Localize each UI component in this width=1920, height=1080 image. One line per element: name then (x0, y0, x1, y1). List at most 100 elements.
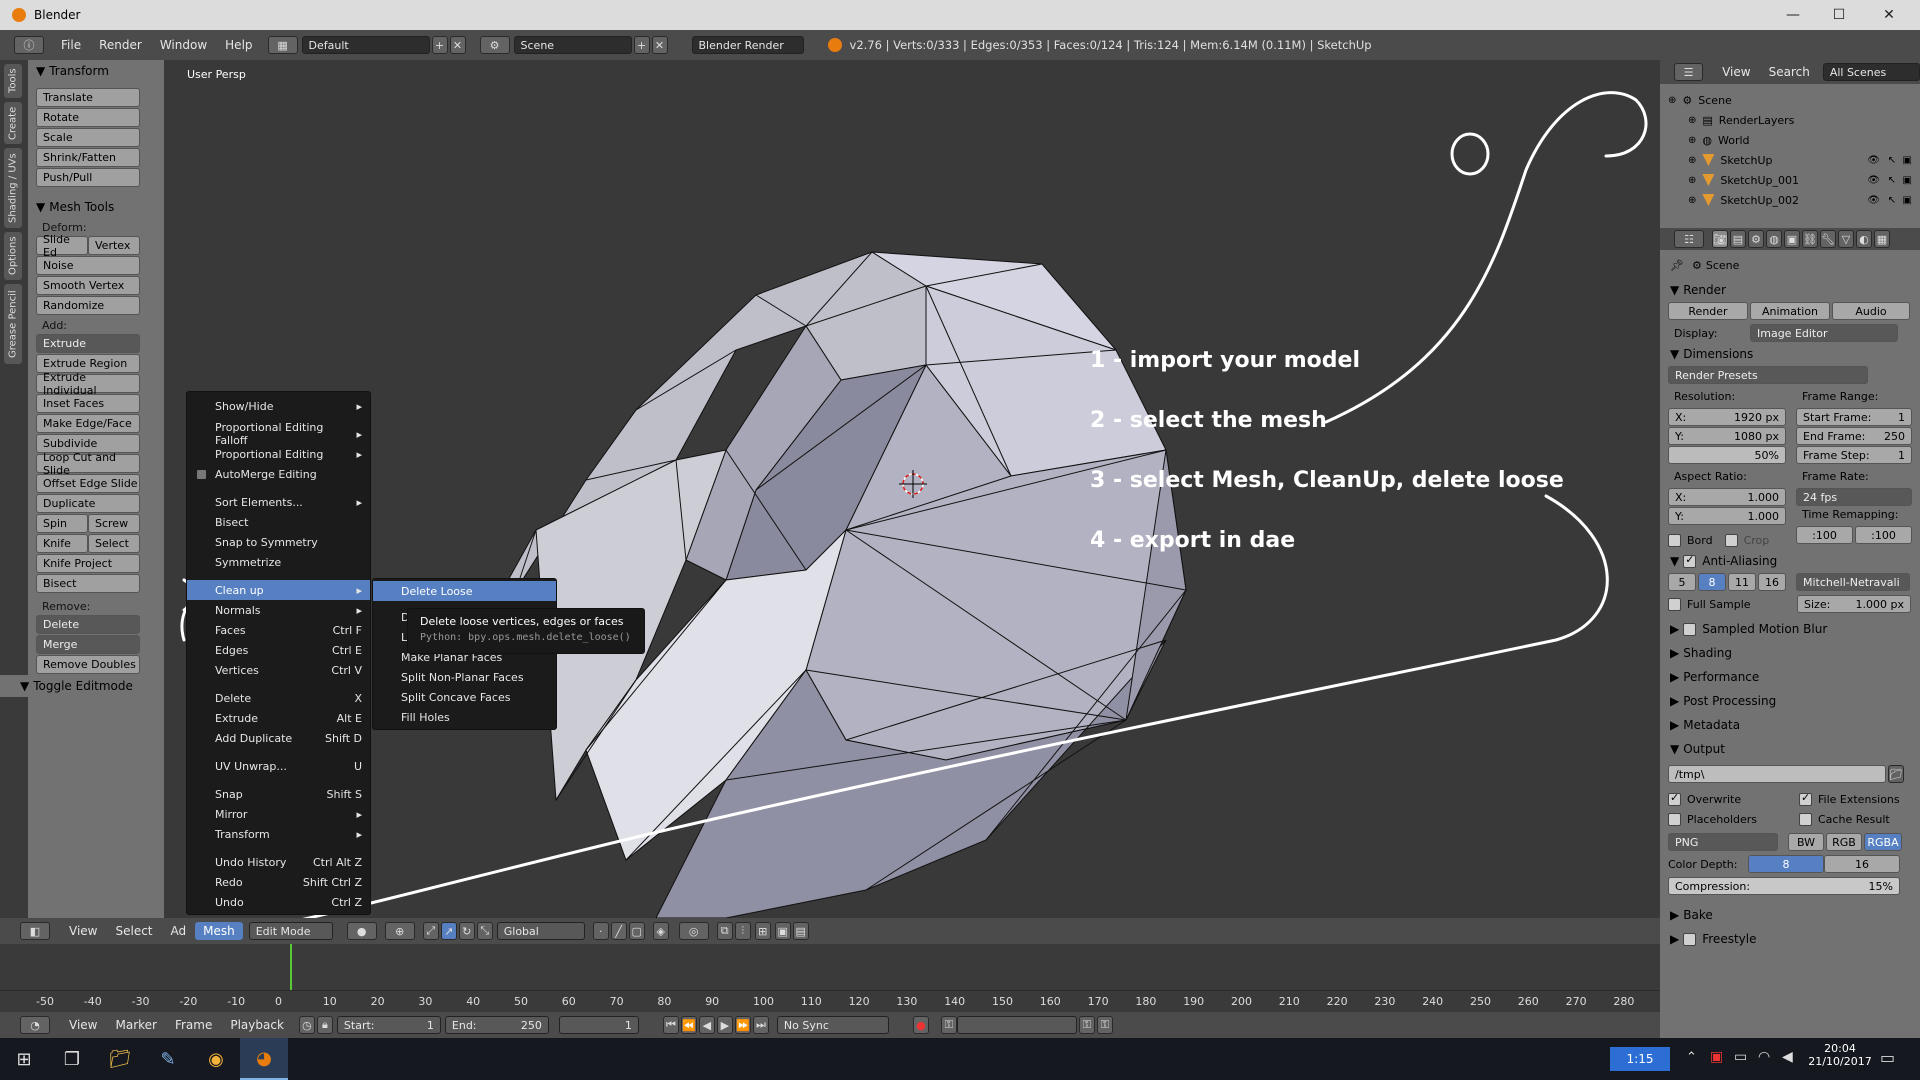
post-processing-panel-header[interactable]: ▶ Post Processing (1660, 689, 1920, 713)
sampled-motion-blur-panel-header[interactable]: ▶ Sampled Motion Blur (1660, 617, 1920, 641)
automerge-checkbox[interactable] (197, 469, 206, 479)
resolution-x-field[interactable]: X: 1920 px (1668, 408, 1786, 426)
expand-icon[interactable]: ⊕ (1688, 115, 1696, 126)
render-panel-header[interactable]: ▼ Render (1660, 278, 1920, 302)
mesh-menu-item-edges[interactable]: Edges Ctrl E (187, 640, 370, 660)
outliner-row[interactable]: ⊕ SketchUp_001 👁︎ ↖ ▣ (1660, 170, 1920, 190)
mesh-menu-item-snap[interactable]: Snap Shift S (187, 784, 370, 804)
file-explorer-icon[interactable]: 📁︎ (96, 1038, 144, 1080)
toggle-editmode-panel-header[interactable]: ▼ Toggle Editmode (0, 675, 164, 697)
editor-type-3d-icon[interactable]: ◧ (20, 922, 50, 940)
remove-layout-icon[interactable]: ✕ (449, 36, 466, 54)
aspect-y-field[interactable]: Y: 1.000 (1668, 507, 1786, 525)
menu-file[interactable]: File (52, 38, 90, 52)
3d-viewport[interactable]: User Persp 1 - import your model 2 - sel… (166, 60, 1658, 918)
render-animation-button[interactable]: Animation (1750, 302, 1830, 320)
tab-shading-uvs[interactable]: Shading / UVs (4, 148, 22, 228)
time-remap-old-field[interactable]: :100 (1796, 526, 1853, 544)
vp-menu-add[interactable]: Ad (162, 924, 196, 938)
loop-cut-slide-button[interactable]: Loop Cut and Slide (36, 451, 140, 477)
delete-dropdown[interactable]: Delete (36, 615, 140, 634)
expand-icon[interactable]: ⊕ (1688, 155, 1696, 166)
scale-manipulator-icon[interactable]: ⤡ (476, 922, 493, 940)
object-context-icon[interactable]: ▣ (1784, 230, 1800, 248)
time-remap-new-field[interactable]: :100 (1855, 526, 1912, 544)
manipulator-toggle-icon[interactable]: ⤢ (422, 922, 439, 940)
slide-edge-button[interactable]: Slide Ed (36, 233, 88, 259)
pin-icon[interactable]: 📌︎ (1670, 259, 1684, 272)
mesh-menu-item-undo-history[interactable]: Undo History Ctrl Alt Z (187, 852, 370, 872)
display-dropdown[interactable]: Image Editor (1750, 324, 1898, 342)
split-concave-faces-item[interactable]: Split Concave Faces (373, 687, 556, 707)
aa-filter-dropdown[interactable]: Mitchell-Netravali (1796, 573, 1910, 591)
output-panel-header[interactable]: ▼ Output (1660, 737, 1920, 761)
mesh-tools-panel-header[interactable]: ▼ Mesh Tools (28, 196, 164, 218)
mesh-menu-item-show-hide[interactable]: Show/Hide ▸ (187, 396, 370, 416)
color-depth-8-button[interactable]: 8 (1748, 855, 1824, 873)
texture-context-icon[interactable]: ▦ (1874, 230, 1890, 248)
jump-keyframe-forward-icon[interactable]: ⏩ (734, 1016, 751, 1034)
aa-samples-11[interactable]: 11 (1728, 573, 1756, 591)
occlude-geometry-icon[interactable]: ◈ (652, 922, 669, 940)
file-format-dropdown[interactable]: PNG (1668, 833, 1778, 851)
anti-aliasing-panel-header[interactable]: ▼Anti-Aliasing (1660, 549, 1920, 573)
screen-layout-icon[interactable]: ▦ (267, 36, 298, 54)
knife-select-button[interactable]: Select (88, 534, 140, 553)
render-context-icon[interactable]: 📷︎ (1712, 230, 1728, 248)
mesh-menu-item-faces[interactable]: Faces Ctrl F (187, 620, 370, 640)
transform-panel-header[interactable]: ▼ Transform (28, 60, 164, 82)
selectable-cursor-icon[interactable]: ↖ (1888, 155, 1896, 166)
mesh-menu-item-vertices[interactable]: Vertices Ctrl V (187, 660, 370, 680)
render-presets-dropdown[interactable]: Render Presets (1668, 366, 1868, 384)
aa-samples-8[interactable]: 8 (1698, 573, 1726, 591)
mesh-menu-item-bisect[interactable]: Bisect (187, 512, 370, 532)
preview-range-icon[interactable]: ◷ (298, 1016, 315, 1034)
overwrite-checkbox[interactable] (1668, 791, 1681, 806)
mesh-menu-item-undo[interactable]: Undo Ctrl Z (187, 892, 370, 912)
bisect-button[interactable]: Bisect (36, 574, 140, 593)
constraints-context-icon[interactable]: ⛓ (1802, 230, 1818, 248)
resolution-y-field[interactable]: Y: 1080 px (1668, 427, 1786, 445)
extrude-individual-button[interactable]: Extrude Individual (36, 371, 140, 397)
volume-icon[interactable]: ◀︎ (1782, 1049, 1793, 1065)
mesh-menu-item-normals[interactable]: Normals ▸ (187, 600, 370, 620)
translate-manipulator-icon[interactable]: ↗ (440, 922, 457, 940)
selectable-cursor-icon[interactable]: ↖ (1888, 175, 1896, 186)
mesh-menu-item-proportional-editing[interactable]: Proportional Editing ▸ (187, 444, 370, 464)
dimensions-panel-header[interactable]: ▼ Dimensions (1660, 342, 1920, 366)
outliner-row[interactable]: ⊕ ◍ World (1660, 130, 1920, 150)
mesh-menu-item-automerge-editing[interactable]: AutoMerge Editing (187, 464, 370, 484)
anti-aliasing-checkbox[interactable] (1683, 553, 1697, 568)
notifications-icon[interactable]: ▭ (1880, 1048, 1895, 1067)
color-bw-button[interactable]: BW (1788, 833, 1824, 851)
scene-icon[interactable]: ⚙ (479, 36, 510, 54)
outliner-row[interactable]: ⊕ SketchUp_002 👁︎ ↖ ▣ (1660, 190, 1920, 210)
color-rgba-button[interactable]: RGBA (1864, 833, 1902, 851)
expand-icon[interactable]: ⊕ (1688, 135, 1696, 146)
edge-select-mode-icon[interactable]: ╱ (610, 922, 627, 940)
delete-loose-item[interactable]: Delete Loose (373, 581, 556, 601)
tl-menu-marker[interactable]: Marker (106, 1018, 165, 1032)
rotate-button[interactable]: Rotate (36, 108, 140, 127)
expand-icon[interactable]: ⊕ (1688, 175, 1696, 186)
vp-menu-view[interactable]: View (60, 924, 106, 938)
expand-icon[interactable]: ⊕ (1668, 95, 1676, 106)
viewport-shading-icon[interactable]: ● (346, 922, 377, 940)
face-select-mode-icon[interactable]: ▢ (628, 922, 645, 940)
renderable-camera-icon[interactable]: ▣ (1903, 155, 1912, 166)
end-frame-field[interactable]: End: 250 (444, 1016, 549, 1034)
aa-samples-5[interactable]: 5 (1668, 573, 1696, 591)
chrome-icon[interactable]: ◉ (192, 1038, 240, 1080)
pivot-point-icon[interactable]: ⊕ (384, 922, 415, 940)
current-frame-marker[interactable] (290, 944, 292, 990)
start-frame-field[interactable]: Start: 1 (336, 1016, 441, 1034)
lock-frame-icon[interactable]: 🔒︎ (316, 1016, 333, 1034)
windows-start-icon[interactable]: ⊞ (0, 1038, 48, 1080)
scene-context-icon[interactable]: ⚙ (1748, 230, 1764, 248)
mesh-menu-item-mirror[interactable]: Mirror ▸ (187, 804, 370, 824)
add-layout-icon[interactable]: + (431, 36, 448, 54)
mesh-menu-item-extrude[interactable]: Extrude Alt E (187, 708, 370, 728)
scene-field[interactable]: Scene (513, 36, 632, 54)
shading-panel-header[interactable]: ▶ Shading (1660, 641, 1920, 665)
insert-keyframe-icon[interactable]: ⚿ (1078, 1016, 1095, 1034)
